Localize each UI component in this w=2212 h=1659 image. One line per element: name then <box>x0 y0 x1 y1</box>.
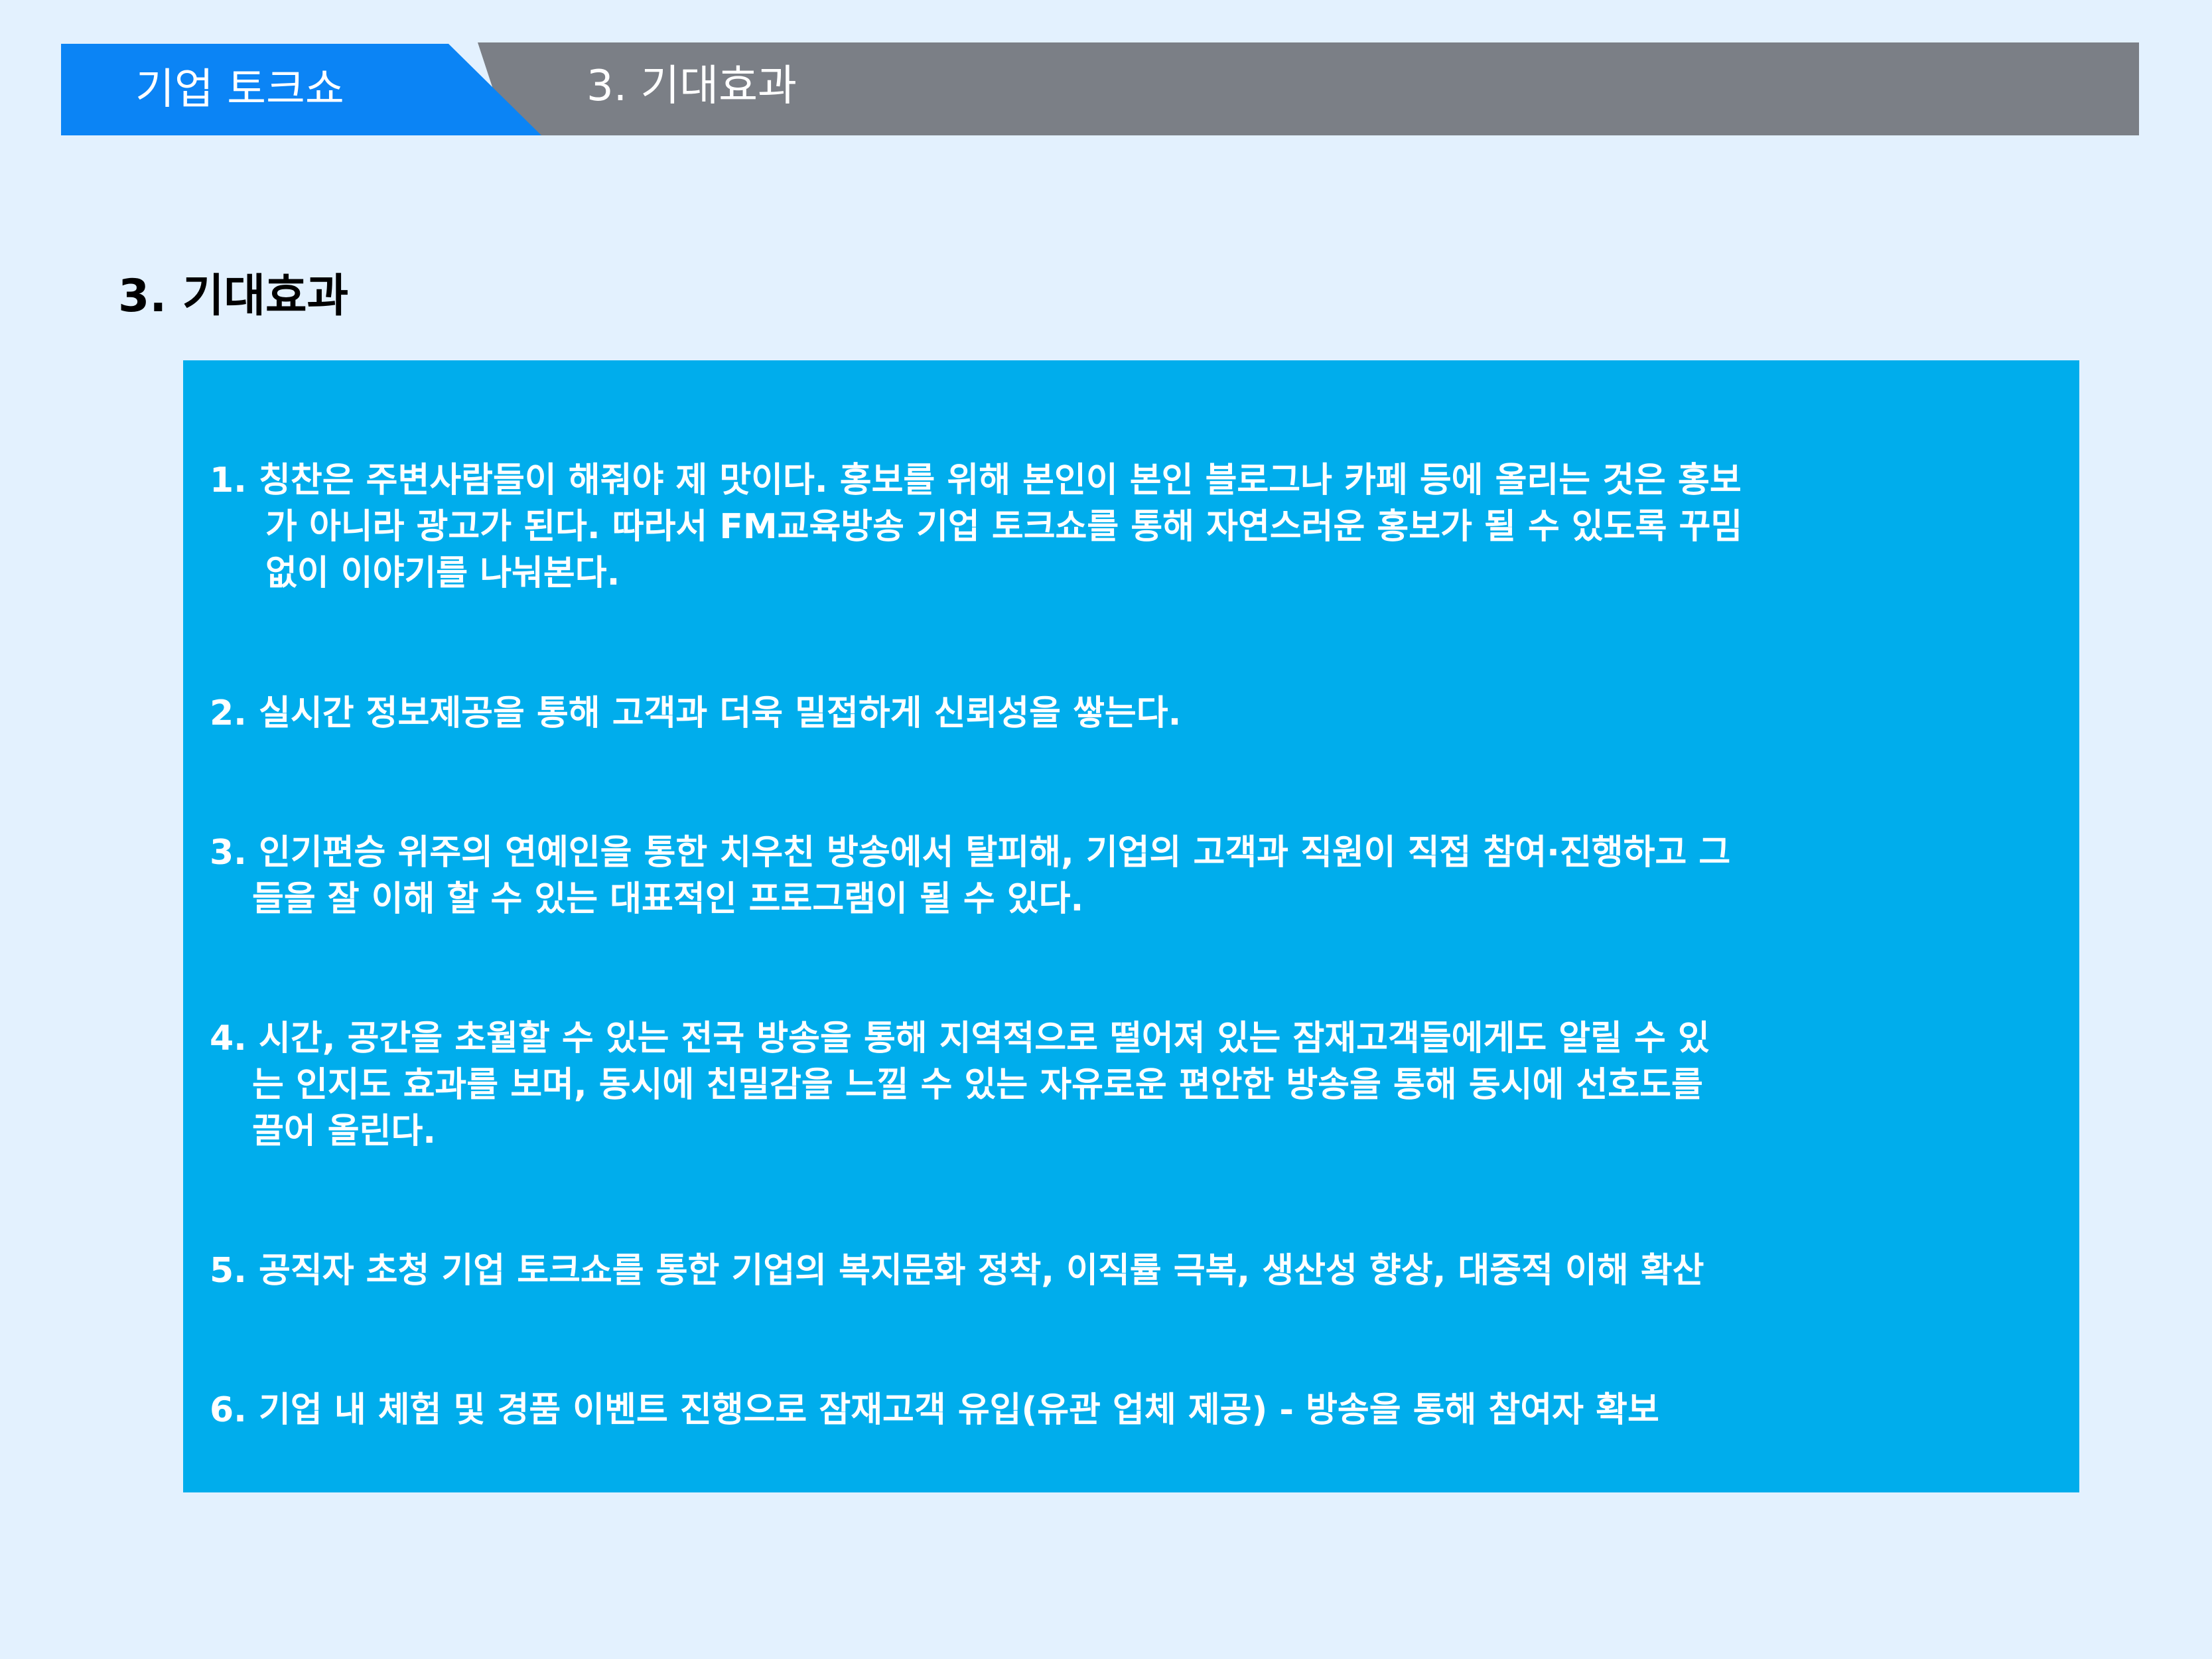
effect-item-4-line-3: 끌어 올린다. <box>252 1112 437 1151</box>
effect-item-6: 6. 기업 내 체험 및 경품 이벤트 진행으로 잠재고객 유입(유관 업체 제… <box>210 1387 2047 1433</box>
effect-item-4-line-2: 는 인지도 효과를 보며, 동시에 친밀감을 느낄 수 있는 자유로운 편안한 … <box>252 1065 1703 1105</box>
effect-item-3-line-1: 3. 인기편승 위주의 연예인을 통한 치우친 방송에서 탈피해, 기업의 고객… <box>210 833 1731 873</box>
effect-item-1: 1. 칭찬은 주변사람들이 해줘야 제 맛이다. 홍보를 위해 본인이 본인 블… <box>210 457 2047 597</box>
effect-item-2: 2. 실시간 정보제공을 통해 고객과 더욱 밀접하게 신뢰성을 쌓는다. <box>210 690 2047 737</box>
effect-item-1-line-3: 없이 이야기를 나눠본다. <box>265 553 620 593</box>
effect-item-1-line-1: 1. 칭찬은 주변사람들이 해줘야 제 맛이다. 홍보를 위해 본인이 본인 블… <box>210 461 1742 500</box>
effect-item-5-line-1: 5. 공직자 초청 기업 토크쇼를 통한 기업의 복지문화 정착, 이직률 극복… <box>210 1251 1704 1291</box>
header-brand-label: 기업 토크쇼 <box>135 65 344 114</box>
effect-item-4: 4. 시간, 공간을 초월할 수 있는 전국 방송을 통해 지역적으로 떨어져 … <box>210 1015 2047 1155</box>
effect-item-5: 5. 공직자 초청 기업 토크쇼를 통한 기업의 복지문화 정착, 이직률 극복… <box>210 1248 2047 1294</box>
expected-effects-box: 1. 칭찬은 주변사람들이 해줘야 제 맛이다. 홍보를 위해 본인이 본인 블… <box>183 360 2079 1492</box>
effect-item-3-line-2: 들을 잘 이해 할 수 있는 대표적인 프로그램이 될 수 있다. <box>252 879 1084 919</box>
effect-item-2-line-1: 2. 실시간 정보제공을 통해 고객과 더욱 밀접하게 신뢰성을 쌓는다. <box>210 693 1182 733</box>
effect-item-4-line-1: 4. 시간, 공간을 초월할 수 있는 전국 방송을 통해 지역적으로 떨어져 … <box>210 1019 1710 1058</box>
effect-item-3: 3. 인기편승 위주의 연예인을 통한 치우친 방송에서 탈피해, 기업의 고객… <box>210 830 2047 922</box>
effect-item-6-line-1: 6. 기업 내 체험 및 경품 이벤트 진행으로 잠재고객 유입(유관 업체 제… <box>210 1390 1659 1430</box>
effect-item-1-line-2: 가 아니라 광고가 된다. 따라서 FM교육방송 기업 토크쇼를 통해 자연스러… <box>265 507 1743 547</box>
page-title: 3. 기대효과 <box>118 270 349 323</box>
header-section-label: 3. 기대효과 <box>587 62 797 111</box>
